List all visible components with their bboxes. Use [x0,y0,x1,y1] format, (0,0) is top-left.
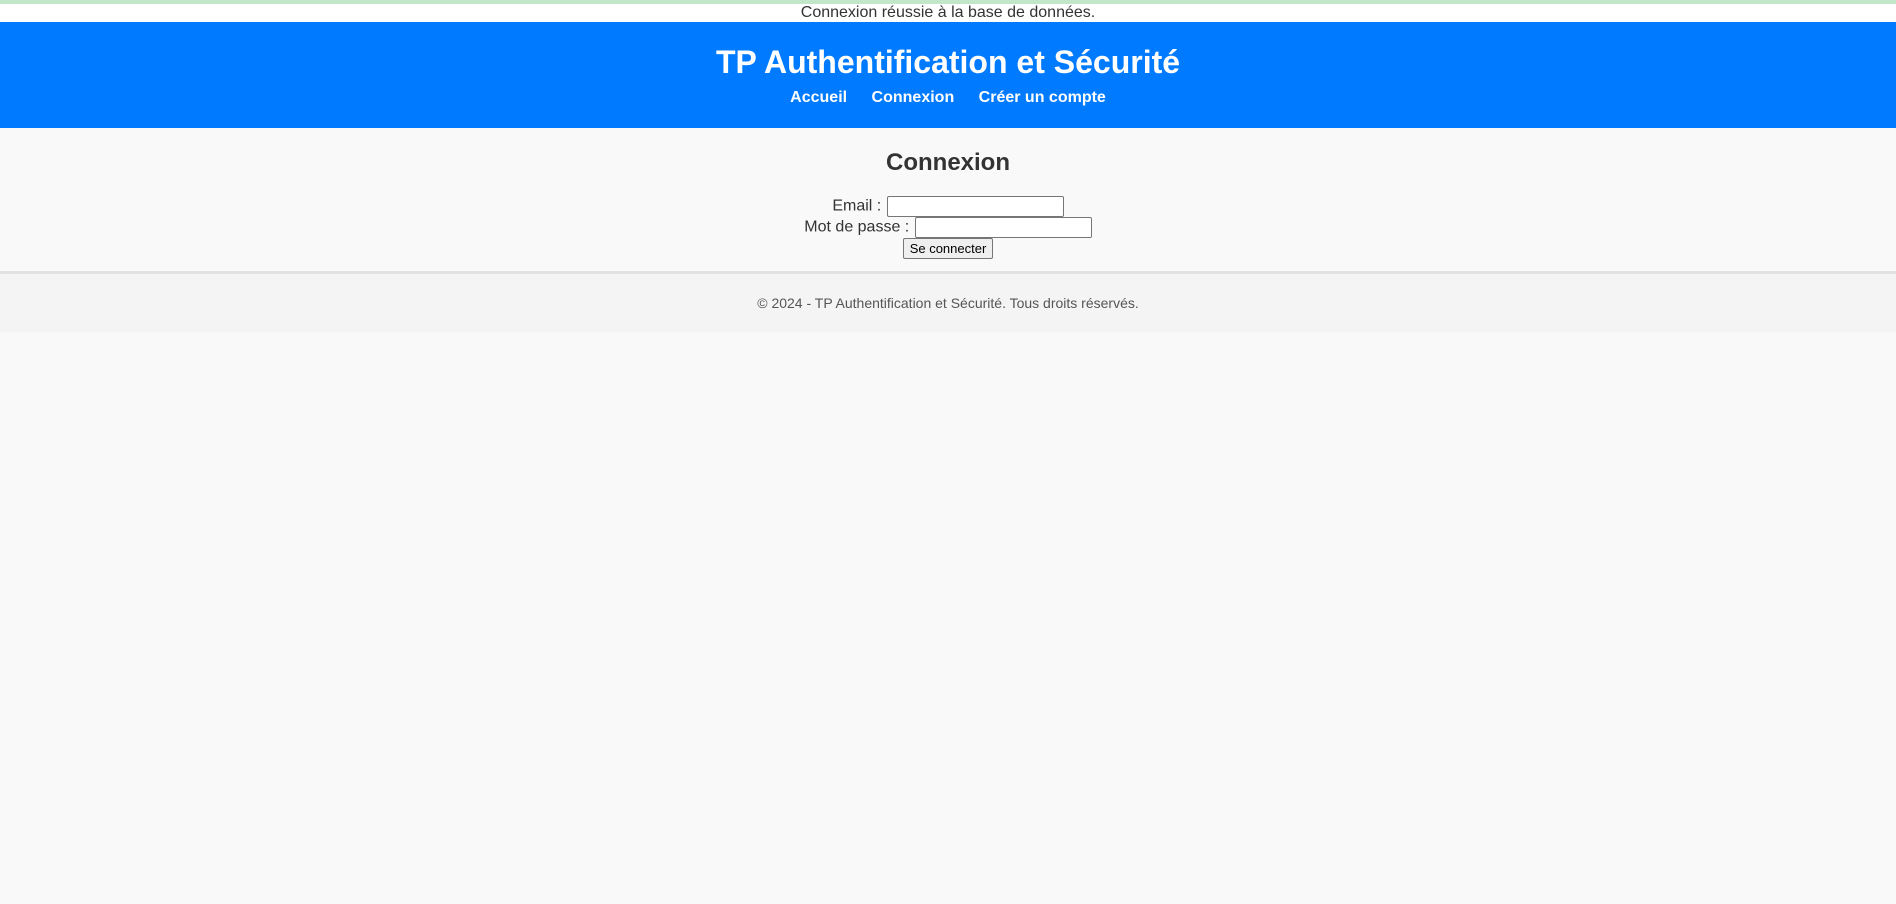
login-form: Email : Mot de passe : Se connecter [0,196,1896,259]
email-field[interactable] [886,196,1064,217]
db-status-message: Connexion réussie à la base de données. [0,0,1896,22]
site-title: TP Authentification et Sécurité [715,44,1181,80]
password-label: Mot de passe : [804,218,910,236]
password-field[interactable] [914,217,1092,238]
footer-text: © 2024 - TP Authentification et Sécurité… [757,295,1139,311]
nav-link-login[interactable]: Connexion [872,89,955,106]
email-row: Email : [0,196,1896,217]
main-nav: Accueil Connexion Créer un compte [0,88,1896,108]
submit-row: Se connecter [0,238,1896,259]
login-section: Connexion Email : Mot de passe : Se conn… [0,128,1896,274]
site-header: TP Authentification et Sécurité Accueil … [0,22,1896,128]
site-footer: © 2024 - TP Authentification et Sécurité… [0,274,1896,332]
password-row: Mot de passe : [0,217,1896,238]
nav-link-home[interactable]: Accueil [790,89,847,106]
email-label: Email : [832,197,882,215]
db-status-text: Connexion réussie à la base de données. [800,4,1096,21]
login-heading: Connexion [886,149,1010,176]
login-submit-button[interactable]: Se connecter [902,238,994,259]
nav-link-register[interactable]: Créer un compte [979,89,1106,106]
